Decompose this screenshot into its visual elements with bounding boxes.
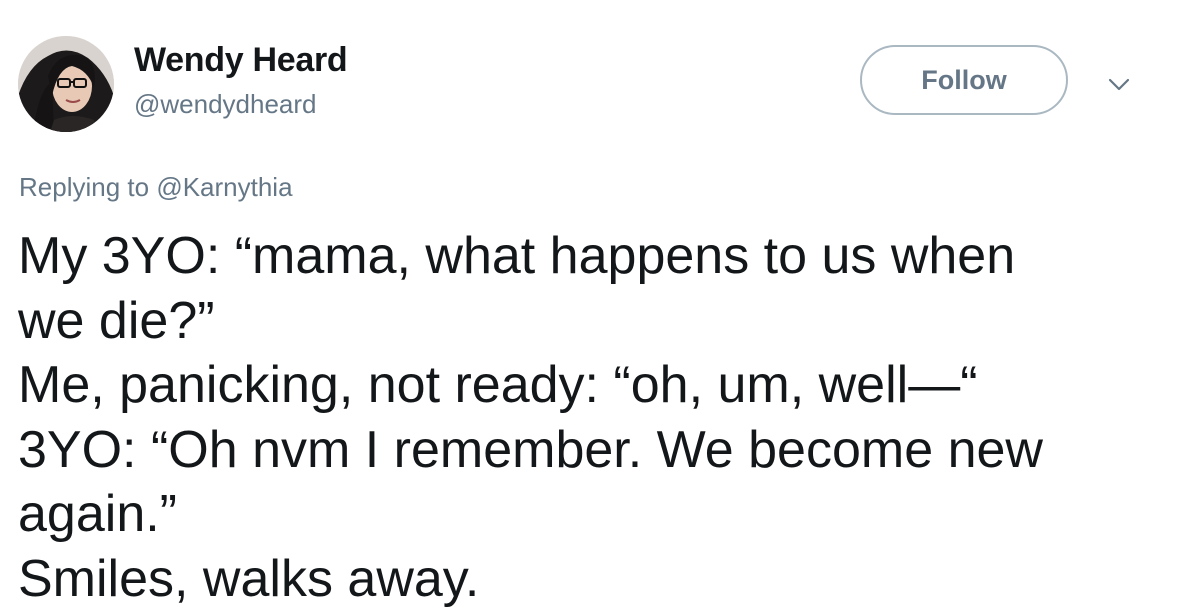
tweet-line: Me, panicking, not ready: “oh, um, well—…	[18, 356, 978, 414]
tweet-line: My 3YO: “mama, what happens to us when	[18, 227, 1016, 285]
tweet-line: we die?”	[18, 291, 215, 350]
tweet-text: My 3YO: “mama, what happens to us when w…	[18, 224, 1168, 611]
tweet-line: again.”	[18, 485, 177, 543]
chevron-down-icon	[1108, 78, 1130, 91]
reply-context: Replying to @Karnythia	[19, 172, 293, 203]
profile-photo-icon	[18, 36, 114, 132]
reply-prefix: Replying to	[19, 172, 150, 202]
more-options-button[interactable]	[1104, 72, 1134, 96]
tweet-line: 3YO: “Oh nvm I remember. We become new	[18, 420, 1043, 479]
tweet-line: Smiles, walks away.	[18, 549, 480, 608]
follow-button[interactable]: Follow	[860, 45, 1068, 115]
reply-mention-link[interactable]: @Karnythia	[156, 172, 292, 202]
display-name[interactable]: Wendy Heard	[134, 41, 348, 80]
user-handle[interactable]: @wendydheard	[134, 89, 317, 120]
avatar[interactable]	[18, 36, 114, 132]
